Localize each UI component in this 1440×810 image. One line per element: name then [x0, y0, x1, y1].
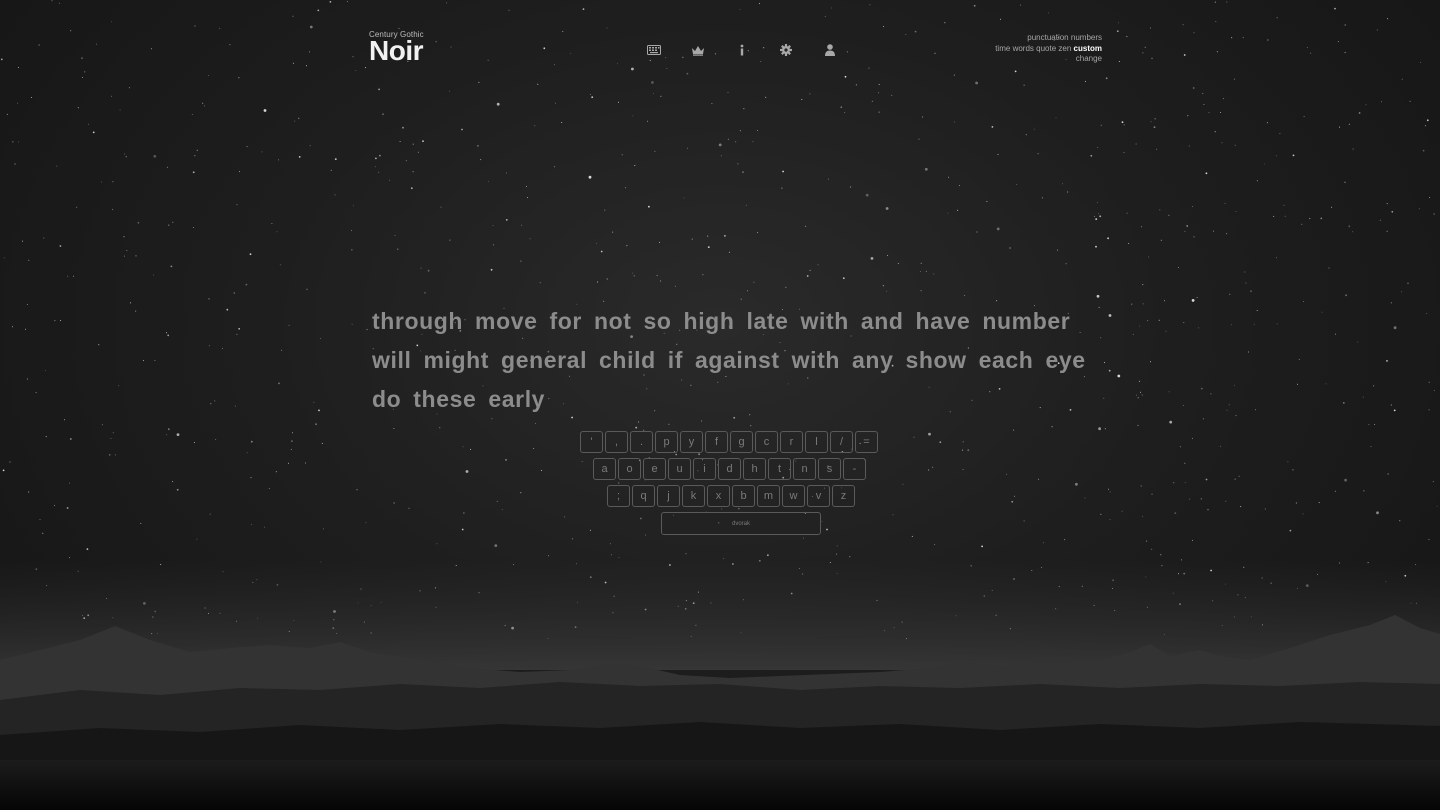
keymap-row-top: ',. p y f g c r l / =: [580, 431, 878, 453]
logo-title: Noir: [369, 35, 423, 66]
keymap-key: a: [593, 458, 616, 480]
keymap-key: p: [655, 431, 678, 453]
keymap-key: l: [805, 431, 828, 453]
keymap-key: u: [668, 458, 691, 480]
keymap-key: n: [793, 458, 816, 480]
user-icon[interactable]: [819, 42, 841, 58]
config-punctuation[interactable]: punctuation: [1027, 33, 1068, 42]
keymap-key: e: [643, 458, 666, 480]
keymap-key: b: [732, 485, 755, 507]
config-numbers[interactable]: numbers: [1071, 33, 1102, 42]
nav-bar: [643, 42, 841, 58]
keymap-key: .: [630, 431, 653, 453]
header: Century Gothic Noir punctuation numbers …: [369, 30, 1102, 70]
keymap-key: ;: [607, 485, 630, 507]
mode-words[interactable]: words: [1013, 44, 1034, 53]
keymap-spacebar: dvorak: [661, 512, 821, 535]
mode-custom[interactable]: custom: [1074, 44, 1102, 53]
keymap-key: g: [730, 431, 753, 453]
keymap-key: s: [818, 458, 841, 480]
mode-time[interactable]: time: [995, 44, 1010, 53]
keymap-key: h: [743, 458, 766, 480]
keymap-key: q: [632, 485, 655, 507]
keymap-key: y: [680, 431, 703, 453]
keymap-key: d: [718, 458, 741, 480]
mode-zen[interactable]: zen: [1058, 44, 1071, 53]
logo[interactable]: Century Gothic Noir: [369, 30, 424, 67]
keymap-key: v: [807, 485, 830, 507]
info-icon[interactable]: [731, 42, 753, 58]
keymap-key: x: [707, 485, 730, 507]
config-row-modifiers: punctuation numbers: [995, 33, 1102, 44]
keymap-key: ': [580, 431, 603, 453]
keymap-key: r: [780, 431, 803, 453]
keyboard-icon[interactable]: [643, 42, 665, 58]
config-change[interactable]: change: [1076, 54, 1102, 63]
keymap-key: j: [657, 485, 680, 507]
keymap-key: ,: [605, 431, 628, 453]
keymap-key: m: [757, 485, 780, 507]
keymap-key: w: [782, 485, 805, 507]
keymap-row-home: aoeuidhtns-: [593, 458, 866, 480]
keymap-key: k: [682, 485, 705, 507]
keymap-key: f: [705, 431, 728, 453]
crown-icon[interactable]: [687, 42, 709, 58]
keymap-key: /: [830, 431, 853, 453]
gear-icon[interactable]: [775, 42, 797, 58]
keymap-key: =: [855, 431, 878, 453]
keymap-key: i: [693, 458, 716, 480]
keymap-key: c: [755, 431, 778, 453]
mode-quote[interactable]: quote: [1036, 44, 1056, 53]
keymap-row-bottom: ; q j k x b m w v z: [607, 485, 855, 507]
keymap-key: o: [618, 458, 641, 480]
keymap-key: -: [843, 458, 866, 480]
keymap-key: z: [832, 485, 855, 507]
config-row-change: change: [995, 54, 1102, 65]
config-row-modes: time words quote zen custom: [995, 44, 1102, 55]
test-config: punctuation numbers time words quote zen…: [995, 33, 1102, 65]
keymap-key: t: [768, 458, 791, 480]
typing-test-words[interactable]: through move for not so high late with a…: [372, 302, 1102, 419]
